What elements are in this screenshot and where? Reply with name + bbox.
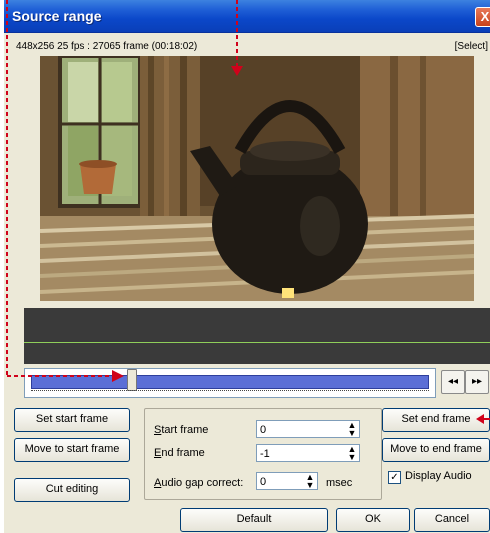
annotation-arrowhead-seek	[112, 370, 124, 382]
annotation-overlay	[6, 0, 490, 424]
annotation-arrowhead-end	[476, 414, 484, 424]
annotation-arrowhead-video	[231, 66, 243, 76]
